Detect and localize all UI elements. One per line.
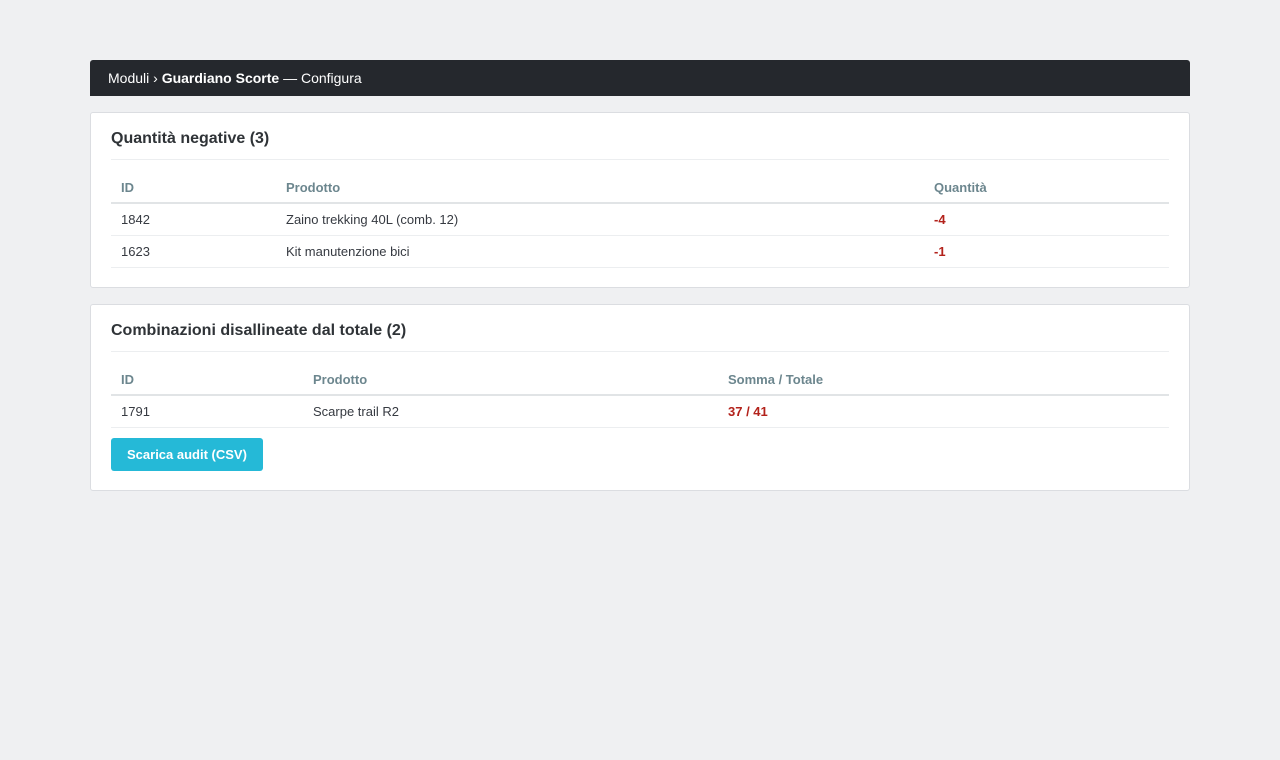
column-header-quantity: Quantità [924, 172, 1169, 204]
row-id: 1842 [111, 203, 276, 236]
breadcrumb: Moduli › Guardiano Scorte — Configura [90, 60, 1190, 96]
page-container: Moduli › Guardiano Scorte — Configura Qu… [90, 60, 1190, 491]
breadcrumb-root[interactable]: Moduli [108, 70, 149, 86]
column-header-id: ID [111, 364, 303, 396]
row-id: 1791 [111, 395, 303, 428]
mismatched-combinations-panel: Combinazioni disallineate dal totale (2)… [90, 304, 1190, 491]
row-quantity: -4 [924, 203, 1169, 236]
row-product: Zaino trekking 40L (comb. 12) [276, 203, 924, 236]
negative-quantities-title: Quantità negative (3) [111, 113, 1169, 160]
breadcrumb-module: Guardiano Scorte [161, 70, 280, 86]
breadcrumb-suffix: — Configura [283, 70, 362, 86]
table-row: 1623 Kit manutenzione bici -1 [111, 235, 1169, 268]
row-product: Kit manutenzione bici [276, 235, 924, 268]
negative-quantities-panel: Quantità negative (3) ID Prodotto Quanti… [90, 112, 1190, 288]
column-header-sum-total: Somma / Totale [718, 364, 1169, 396]
column-header-product: Prodotto [276, 172, 924, 204]
table-header-row: ID Prodotto Quantità [111, 172, 1169, 204]
row-sum-total: 37 / 41 [718, 395, 1169, 428]
column-header-product: Prodotto [303, 364, 718, 396]
table-row: 1842 Zaino trekking 40L (comb. 12) -4 [111, 203, 1169, 236]
column-header-id: ID [111, 172, 276, 204]
breadcrumb-separator: › [153, 70, 158, 86]
table-header-row: ID Prodotto Somma / Totale [111, 364, 1169, 396]
negative-quantities-table: ID Prodotto Quantità 1842 Zaino trekking… [111, 172, 1169, 268]
download-audit-csv-button[interactable]: Scarica audit (CSV) [111, 438, 263, 471]
row-id: 1623 [111, 235, 276, 268]
row-quantity: -1 [924, 235, 1169, 268]
mismatched-combinations-title: Combinazioni disallineate dal totale (2) [111, 305, 1169, 352]
table-row: 1791 Scarpe trail R2 37 / 41 [111, 395, 1169, 428]
mismatched-combinations-table: ID Prodotto Somma / Totale 1791 Scarpe t… [111, 364, 1169, 428]
row-product: Scarpe trail R2 [303, 395, 718, 428]
